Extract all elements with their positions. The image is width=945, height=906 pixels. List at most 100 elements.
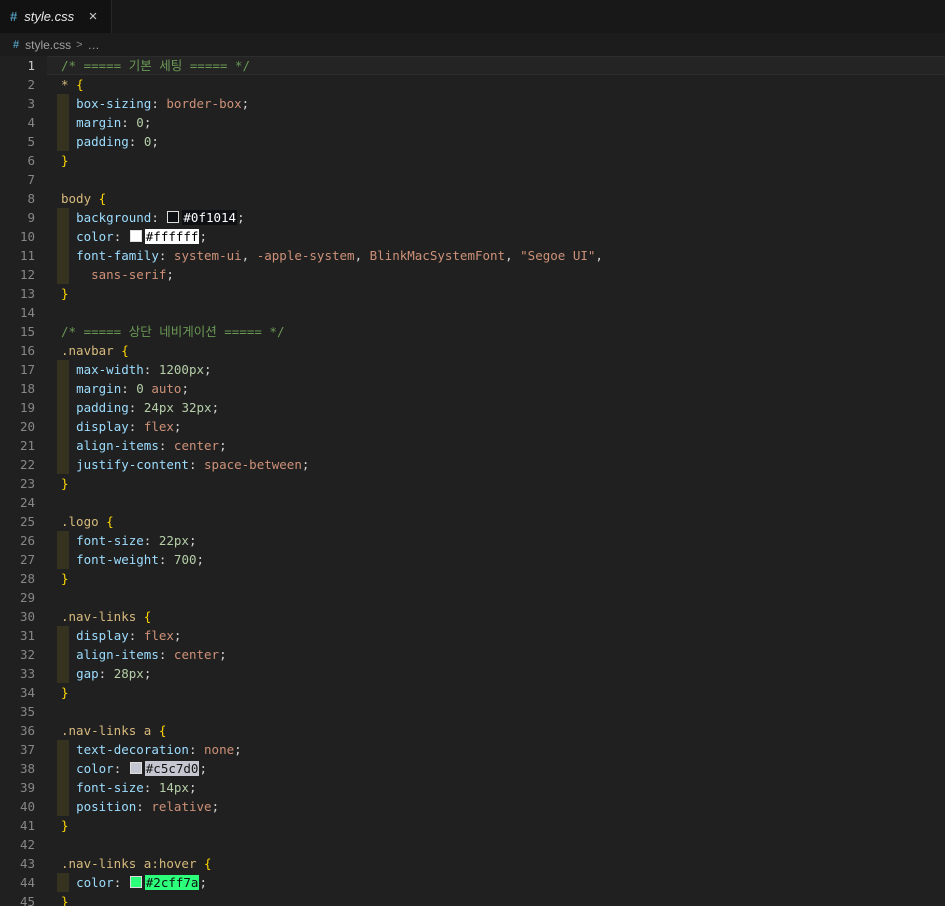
code-token: text-decoration <box>76 742 189 757</box>
code-line[interactable]: 38 color: #c5c7d0; <box>0 759 945 778</box>
code-line[interactable]: 5 padding: 0; <box>0 132 945 151</box>
code-line[interactable]: 36 .nav-links a { <box>0 721 945 740</box>
code-line[interactable]: 30 .nav-links { <box>0 607 945 626</box>
code-line[interactable]: 24 <box>0 493 945 512</box>
code-line-content: } <box>61 569 69 588</box>
code-token: align-items <box>76 438 159 453</box>
code-line-content: padding: 0; <box>61 132 159 151</box>
code-line[interactable]: 35 <box>0 702 945 721</box>
code-line-content: .nav-links { <box>61 607 151 626</box>
code-token: } <box>61 818 69 833</box>
line-number: 1 <box>27 58 35 73</box>
code-line-content: align-items: center; <box>61 436 227 455</box>
code-line[interactable]: 16 .navbar { <box>0 341 945 360</box>
code-line[interactable]: 25 .logo { <box>0 512 945 531</box>
code-line-content: font-weight: 700; <box>61 550 204 569</box>
code-token: ; <box>219 647 227 662</box>
code-line[interactable]: 4 margin: 0; <box>0 113 945 132</box>
close-tab-icon[interactable]: × <box>85 9 101 24</box>
code-token: box-sizing <box>76 96 152 111</box>
color-swatch-icon[interactable] <box>167 211 180 223</box>
code-line[interactable]: 10 color: #ffffff; <box>0 227 945 246</box>
code-line[interactable]: 42 <box>0 835 945 854</box>
code-line[interactable]: 45} <box>0 892 945 906</box>
code-token: : <box>128 400 144 415</box>
code-line[interactable]: 31 display: flex; <box>0 626 945 645</box>
code-line[interactable]: 27 font-weight: 700; <box>0 550 945 569</box>
code-line-content: body { <box>61 189 106 208</box>
code-line[interactable]: 11 font-family: system-ui, -apple-system… <box>0 246 945 265</box>
code-token: : <box>143 533 159 548</box>
code-line-content: color: #ffffff; <box>61 227 207 246</box>
code-line[interactable]: 28} <box>0 569 945 588</box>
code-line[interactable]: 9 background: #0f1014; <box>0 208 945 227</box>
code-line[interactable]: 2 * { <box>0 75 945 94</box>
code-token: : <box>128 628 144 643</box>
code-token: ; <box>143 115 152 130</box>
code-line[interactable]: 12 sans-serif; <box>0 265 945 284</box>
code-line[interactable]: 23} <box>0 474 945 493</box>
code-line[interactable]: 13} <box>0 284 945 303</box>
code-line[interactable]: 1 /* ===== 기본 세팅 ===== */ <box>0 56 945 75</box>
code-line[interactable]: 17 max-width: 1200px; <box>0 360 945 379</box>
code-line[interactable]: 8 body { <box>0 189 945 208</box>
line-number: 16 <box>19 343 35 358</box>
line-number: 28 <box>19 571 35 586</box>
code-line[interactable]: 21 align-items: center; <box>0 436 945 455</box>
code-line[interactable]: 37 text-decoration: none; <box>0 740 945 759</box>
code-line[interactable]: 33 gap: 28px; <box>0 664 945 683</box>
line-number: 3 <box>27 96 35 111</box>
code-token: ; <box>199 761 207 776</box>
code-line[interactable]: 44 color: #2cff7a; <box>0 873 945 892</box>
code-line-content: align-items: center; <box>61 645 227 664</box>
code-line[interactable]: 41} <box>0 816 945 835</box>
code-line[interactable]: 20 display: flex; <box>0 417 945 436</box>
code-line-content: .logo { <box>61 512 114 531</box>
breadcrumb-file[interactable]: style.css <box>25 38 71 52</box>
code-token: 14px <box>158 780 189 795</box>
line-number: 33 <box>19 666 35 681</box>
code-line[interactable]: 22 justify-content: space-between; <box>0 455 945 474</box>
code-line[interactable]: 43 .nav-links a:hover { <box>0 854 945 873</box>
code-line[interactable]: 26 font-size: 22px; <box>0 531 945 550</box>
code-token: : <box>158 647 174 662</box>
color-swatch-icon[interactable] <box>129 230 142 242</box>
code-line[interactable]: 40 position: relative; <box>0 797 945 816</box>
code-line[interactable]: 6} <box>0 151 945 170</box>
code-line[interactable]: 19 padding: 24px 32px; <box>0 398 945 417</box>
line-number: 45 <box>19 894 35 906</box>
code-token: ; <box>301 457 310 472</box>
code-token: body <box>61 191 92 206</box>
code-line[interactable]: 32 align-items: center; <box>0 645 945 664</box>
code-token: display <box>76 419 129 434</box>
code-line[interactable]: 29 <box>0 588 945 607</box>
code-line[interactable]: 3 box-sizing: border-box; <box>0 94 945 113</box>
code-line[interactable]: 15 /* ===== 상단 네비게이션 ===== */ <box>0 322 945 341</box>
code-editor[interactable]: 1/* ===== 기본 세팅 ===== */2 * {3 box-sizing… <box>0 56 945 906</box>
tab-title: style.css <box>24 9 75 24</box>
code-line-content: display: flex; <box>61 417 181 436</box>
code-line-content: box-sizing: border-box; <box>61 94 249 113</box>
code-token: sans-serif <box>91 267 167 282</box>
tab-style-css[interactable]: # style.css × <box>0 0 112 33</box>
code-token: relative <box>151 799 212 814</box>
code-line-content: } <box>61 474 69 493</box>
code-line[interactable]: 7 <box>0 170 945 189</box>
code-line[interactable]: 18 margin: 0 auto; <box>0 379 945 398</box>
line-number: 29 <box>19 590 35 605</box>
code-line-content: margin: 0 auto; <box>61 379 189 398</box>
code-line[interactable]: 39 font-size: 14px; <box>0 778 945 797</box>
code-line[interactable]: 34} <box>0 683 945 702</box>
color-swatch-icon[interactable] <box>129 876 142 888</box>
breadcrumb-symbol-ellipsis[interactable]: … <box>88 38 100 52</box>
code-line[interactable]: 14 <box>0 303 945 322</box>
code-token: color <box>76 875 114 890</box>
line-number: 15 <box>19 324 35 339</box>
line-number: 20 <box>19 419 35 434</box>
color-swatch-icon[interactable] <box>129 762 142 774</box>
code-line-content: * { <box>61 75 84 94</box>
